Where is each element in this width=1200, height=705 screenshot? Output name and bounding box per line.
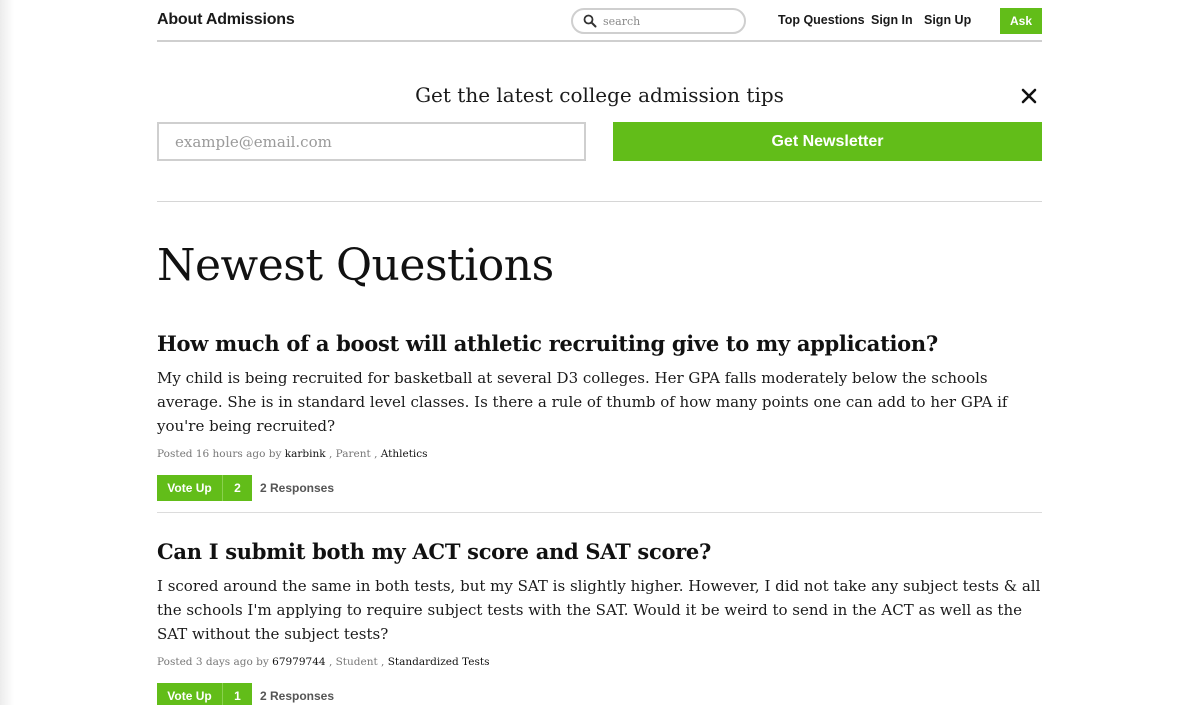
close-icon[interactable]: [1021, 88, 1037, 104]
posted-time: Posted 16 hours ago by: [157, 448, 282, 460]
category-link[interactable]: Athletics: [381, 448, 428, 460]
responses-link[interactable]: 2 Responses: [260, 481, 334, 495]
question-body: My child is being recruited for basketba…: [157, 369, 1008, 435]
question-item: How much of a boost will athletic recrui…: [157, 330, 1042, 501]
vote-count: 2: [234, 481, 241, 495]
question-actions: Vote Up 1 2 Responses: [157, 683, 1042, 705]
question-title[interactable]: How much of a boost will athletic recrui…: [157, 330, 1042, 358]
vote-count: 1: [234, 689, 241, 703]
question-actions: Vote Up 2 2 Responses: [157, 475, 1042, 501]
question-divider: [157, 512, 1042, 513]
newsletter-title: Get the latest college admission tips: [415, 83, 784, 107]
vote-up-label: Vote Up: [157, 475, 223, 501]
author-link[interactable]: 67979744: [272, 656, 325, 668]
page-title: Newest Questions: [157, 240, 554, 291]
question-meta: Posted 16 hours ago by karbink , Parent …: [157, 448, 1042, 460]
posted-time: Posted 3 days ago by: [157, 656, 269, 668]
question-item: Can I submit both my ACT score and SAT s…: [157, 538, 1042, 705]
category-link[interactable]: Standardized Tests: [388, 656, 490, 668]
vote-up-label: Vote Up: [157, 683, 223, 705]
question-title[interactable]: Can I submit both my ACT score and SAT s…: [157, 538, 1042, 566]
vote-up-button[interactable]: Vote Up 1: [157, 683, 252, 705]
newsletter-panel: Get the latest college admission tips Ge…: [157, 0, 1042, 202]
author-role: , Parent ,: [328, 448, 378, 460]
responses-link[interactable]: 2 Responses: [260, 689, 334, 703]
vote-up-button[interactable]: Vote Up 2: [157, 475, 252, 501]
question-meta: Posted 3 days ago by 67979744 , Student …: [157, 656, 1042, 668]
question-body: I scored around the same in both tests, …: [157, 577, 1041, 643]
newsletter-email-field[interactable]: [157, 122, 586, 161]
page-edge-shadow: [0, 0, 14, 705]
page-container: About Admissions Top Questions Sign In S…: [157, 0, 1042, 705]
get-newsletter-button[interactable]: Get Newsletter: [613, 122, 1042, 161]
author-role: , Student ,: [328, 656, 385, 668]
author-link[interactable]: karbink: [285, 448, 326, 460]
